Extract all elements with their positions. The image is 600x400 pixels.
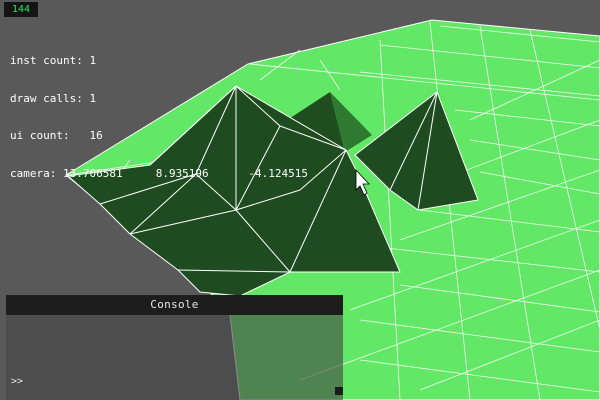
fps-counter: 144 — [4, 2, 38, 17]
console-panel[interactable]: Console >> — [6, 295, 343, 400]
debug-stats: inst count: 1 draw calls: 1 ui count: 16… — [10, 30, 308, 193]
stat-camera: camera: 13.706581 8.935196 -4.124515 — [10, 166, 309, 180]
console-prompt[interactable]: >> — [11, 376, 23, 388]
stat-ui-count: ui count: 16 — [10, 129, 103, 142]
stat-draw-calls: draw calls: 1 — [10, 91, 97, 105]
stat-inst-count: inst count: 1 — [10, 54, 97, 67]
console-title[interactable]: Console — [6, 295, 343, 315]
console-resize-handle[interactable] — [335, 387, 343, 395]
